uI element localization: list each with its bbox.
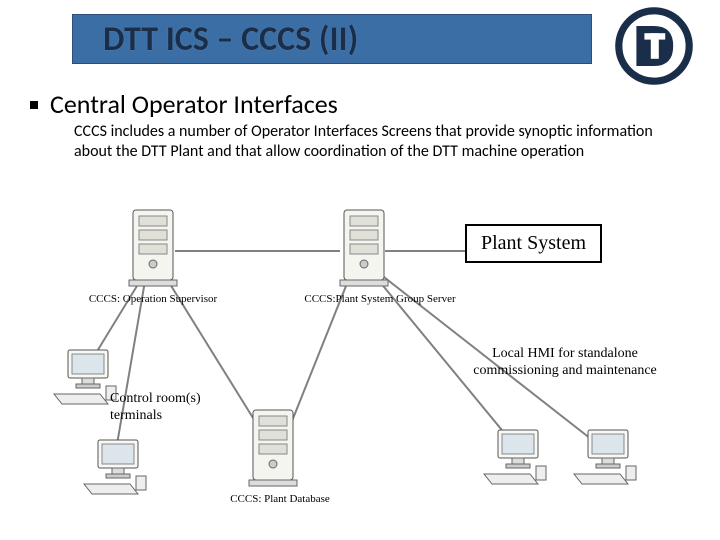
server-plantdb-icon (245, 406, 305, 491)
label-local-hmi: Local HMI for standalone commissioning a… (455, 346, 675, 380)
server-group-icon (336, 206, 396, 291)
terminal-icon (480, 426, 550, 486)
bullet-icon (30, 101, 38, 109)
server-supervisor-icon (125, 206, 185, 291)
plant-system-box: Plant System (465, 224, 602, 263)
dtt-logo-icon (614, 6, 694, 86)
label-supervisor: CCCS: Operation Supervisor (78, 293, 228, 306)
title-bar: DTT ICS – CCCS (II) (72, 14, 592, 64)
label-group-server: CCCS:Plant System Group Server (290, 293, 470, 306)
body-paragraph: CCCS includes a number of Operator Inter… (74, 122, 664, 162)
terminal-icon (570, 426, 640, 486)
terminal-icon (80, 436, 150, 496)
label-terminals: Control room(s) terminals (110, 391, 220, 425)
heading-text: Central Operator Interfaces (50, 88, 338, 120)
architecture-diagram: CCCS: Operation Supervisor CCCS:Plant Sy… (40, 196, 680, 526)
label-plant-db: CCCS: Plant Database (220, 493, 340, 506)
section-heading: Central Operator Interfaces (30, 88, 338, 120)
slide-title: DTT ICS – CCCS (II) (103, 19, 358, 60)
